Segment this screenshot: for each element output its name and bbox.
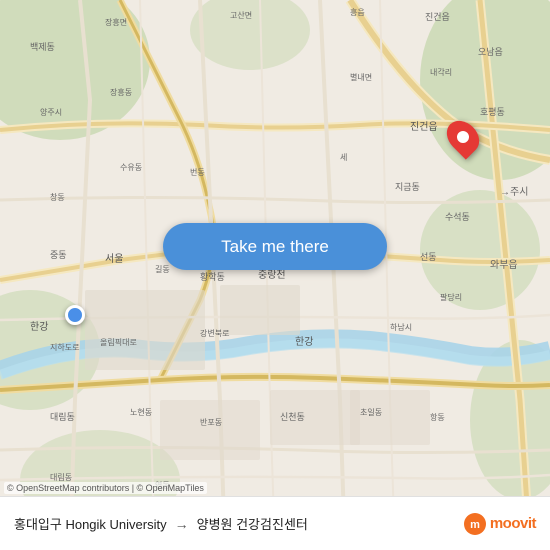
svg-text:지하도로: 지하도로 xyxy=(50,342,79,352)
svg-text:노현동: 노현동 xyxy=(130,408,152,417)
svg-text:수유동: 수유동 xyxy=(120,163,142,172)
svg-text:호평동: 호평동 xyxy=(480,107,505,117)
svg-text:오남읍: 오남읍 xyxy=(478,47,503,57)
svg-text:양주시: 양주시 xyxy=(40,108,62,117)
arrow-icon: → xyxy=(175,516,189,532)
map-background: 백제동 장흥면 고산면 흥읍 진건읍 양주시 장흥동 별내면 내각리 오남읍 진… xyxy=(0,0,550,550)
svg-text:팔당리: 팔당리 xyxy=(440,292,462,302)
svg-text:중랑천: 중랑천 xyxy=(258,269,286,281)
svg-text:번동: 번동 xyxy=(190,168,205,177)
svg-text:지금동: 지금동 xyxy=(395,182,420,192)
svg-text:하남시: 하남시 xyxy=(390,322,412,332)
svg-text:반포동: 반포동 xyxy=(200,418,222,427)
svg-text:중동: 중동 xyxy=(50,250,67,260)
map-container: 백제동 장흥면 고산면 흥읍 진건읍 양주시 장흥동 별내면 내각리 오남읍 진… xyxy=(0,0,550,550)
svg-text:창동: 창동 xyxy=(50,193,65,202)
svg-text:항동: 항동 xyxy=(430,413,445,422)
svg-text:초일동: 초일동 xyxy=(360,408,382,417)
origin-marker xyxy=(65,305,85,325)
moovit-logo-text: moovit xyxy=(490,515,536,532)
svg-text:한강: 한강 xyxy=(30,321,48,333)
svg-text:신천동: 신천동 xyxy=(280,412,305,422)
take-me-there-button[interactable]: Take me there xyxy=(163,223,387,270)
osm-attribution: © OpenStreetMap contributors | © OpenMap… xyxy=(4,482,207,494)
svg-text:→주시: →주시 xyxy=(500,186,528,198)
svg-text:세: 세 xyxy=(340,153,347,162)
svg-text:백제동: 백제동 xyxy=(30,42,55,52)
svg-text:와부읍: 와부읍 xyxy=(490,259,518,271)
svg-text:올림픽대로: 올림픽대로 xyxy=(100,337,137,347)
svg-text:진건읍: 진건읍 xyxy=(410,121,438,133)
svg-text:수석동: 수석동 xyxy=(445,212,470,222)
svg-text:한강: 한강 xyxy=(295,336,313,348)
svg-text:대림동: 대림동 xyxy=(50,472,72,482)
origin-label: 홍대입구 Hongik University xyxy=(14,514,167,533)
destination-marker xyxy=(449,119,477,155)
svg-text:장흥동: 장흥동 xyxy=(110,87,132,97)
svg-text:고산면: 고산면 xyxy=(230,10,252,20)
svg-text:진건읍: 진건읍 xyxy=(425,12,450,22)
svg-text:흥읍: 흥읍 xyxy=(350,7,365,17)
destination-label: 양병원 건강검진센터 xyxy=(197,514,308,533)
svg-text:선동: 선동 xyxy=(420,252,437,262)
svg-text:길동: 길동 xyxy=(155,265,170,274)
moovit-logo-icon: m xyxy=(464,513,486,535)
bottom-bar: 홍대입구 Hongik University → 양병원 건강검진센터 m mo… xyxy=(0,496,550,550)
moovit-logo: m moovit xyxy=(464,513,536,535)
svg-text:장흥면: 장흥면 xyxy=(105,17,127,27)
svg-text:내각리: 내각리 xyxy=(430,67,452,77)
route-info: 홍대입구 Hongik University → 양병원 건강검진센터 xyxy=(14,514,464,533)
svg-text:별내면: 별내면 xyxy=(350,72,372,82)
svg-text:강변북로: 강변북로 xyxy=(200,328,229,338)
svg-text:대림동: 대림동 xyxy=(50,411,75,422)
svg-text:m: m xyxy=(470,519,480,531)
svg-text:황학동: 황학동 xyxy=(200,272,225,282)
svg-text:서울: 서울 xyxy=(105,253,123,265)
